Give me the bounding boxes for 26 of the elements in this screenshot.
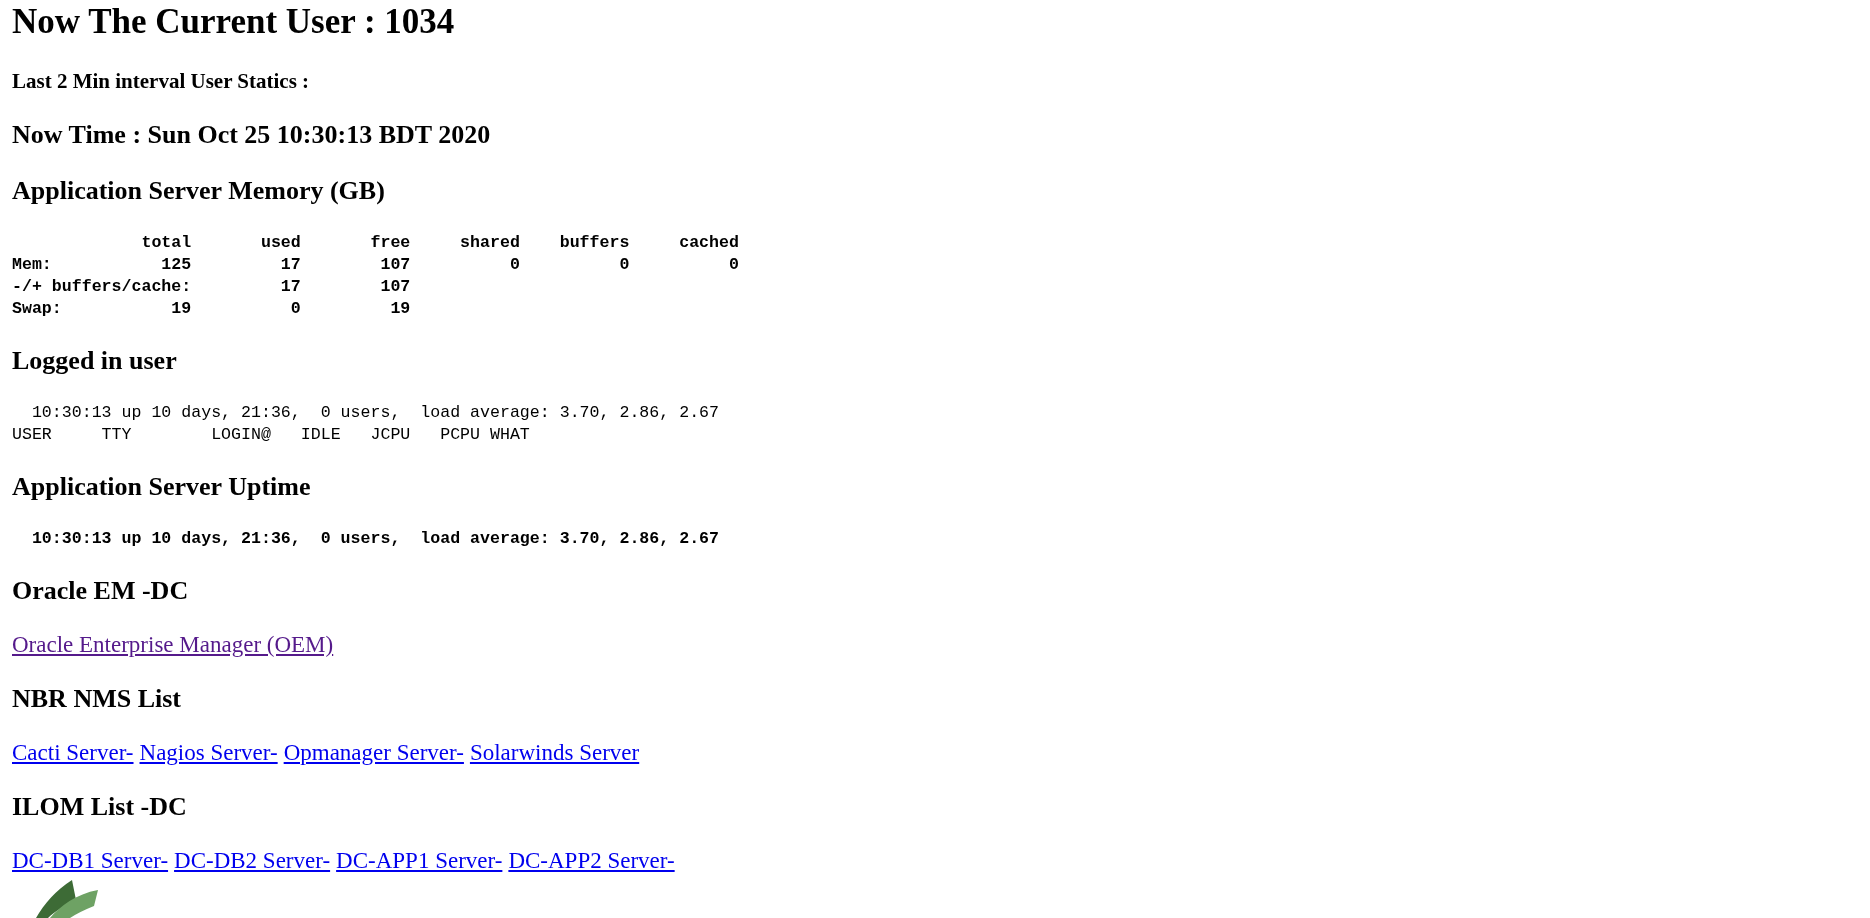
link[interactable]: DC-DB2 Server- [174, 848, 331, 874]
link[interactable]: Opmanager Server- [283, 740, 464, 766]
section-heading: ILOM List -DC [12, 792, 187, 822]
section-heading: Logged in user [12, 346, 177, 376]
page-title: Now The Current User : 1034 [12, 2, 455, 42]
link[interactable]: Solarwinds Server [469, 740, 640, 766]
section-heading: NBR NMS List [12, 684, 181, 714]
link[interactable]: DC-APP2 Server- [508, 848, 675, 874]
section-heading: Oracle EM -DC [12, 576, 189, 606]
subtitle: Last 2 Min interval User Statics : [12, 68, 310, 94]
console-line: 10:30:13 up 10 days, 21:36, 0 users, load average: 3.70, 2.86, 2.67 [30, 402, 719, 424]
console-line: Swap: 19 0 19 [12, 298, 412, 320]
link[interactable]: DC-APP1 Server- [336, 848, 503, 874]
console-line: USER TTY LOGIN@ IDLE JCPU PCPU WHAT [12, 424, 531, 446]
link[interactable]: Nagios Server- [139, 740, 278, 766]
link[interactable]: Oracle Enterprise Manager (OEM) [12, 632, 334, 658]
current-time: Now Time : Sun Oct 25 10:30:13 BDT 2020 [12, 120, 491, 150]
console-line: -/+ buffers/cache: 17 107 [12, 276, 412, 298]
section-heading: Application Server Uptime [12, 472, 311, 502]
console-line: total used free shared buffers cached [140, 232, 739, 254]
section-heading: Application Server Memory (GB) [12, 176, 385, 206]
console-line: Mem: 125 17 107 0 0 0 [12, 254, 739, 276]
leaf-logo [36, 880, 98, 918]
link[interactable]: DC-DB1 Server- [12, 848, 169, 874]
console-line: 10:30:13 up 10 days, 21:36, 0 users, load average: 3.70, 2.86, 2.67 [30, 528, 719, 550]
link[interactable]: Cacti Server- [12, 740, 134, 766]
